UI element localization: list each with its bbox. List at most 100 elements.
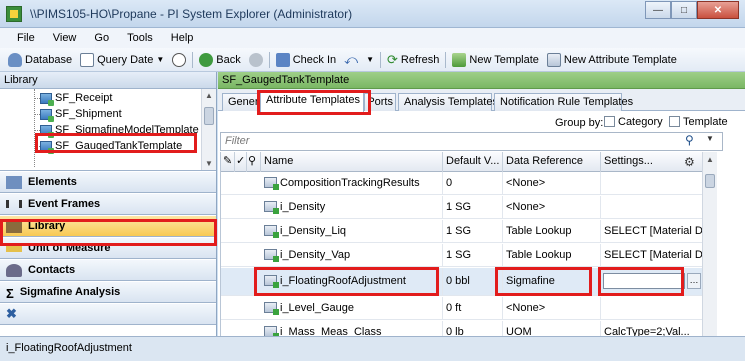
- forward-button[interactable]: [245, 49, 267, 71]
- tree-item-sf-gaugedtanktemplate[interactable]: SF_GaugedTankTemplate: [40, 139, 182, 154]
- nav-event-frames[interactable]: Event Frames: [0, 193, 216, 215]
- grid-header: ✎ ✓ ⚲ Name Default V... Data Reference S…: [221, 152, 702, 172]
- clock-icon: [172, 52, 187, 67]
- undo-dropdown[interactable]: ▼: [362, 49, 378, 71]
- attribute-grid: ✎ ✓ ⚲ Name Default V... Data Reference S…: [220, 152, 702, 336]
- cell-default-value: 0: [443, 172, 503, 195]
- cell-name: i_Density_Vap: [261, 244, 443, 267]
- chevron-down-icon[interactable]: ▼: [205, 159, 213, 168]
- back-button[interactable]: Back: [195, 49, 244, 71]
- cell-name: i_Density_Liq: [261, 220, 443, 243]
- element-template-icon: [40, 92, 54, 106]
- cell-default-value: 0 bbl: [443, 268, 503, 296]
- toolbar: Database Query Date ▼ Back Check In ⤺ ▼ …: [0, 48, 745, 72]
- tree-scrollbar[interactable]: ▲ ▼: [201, 89, 216, 170]
- cell-name: i_Mass_Meas_Class: [261, 321, 443, 336]
- column-header-data-reference[interactable]: Data Reference: [503, 152, 601, 172]
- nav-contacts[interactable]: Contacts: [0, 259, 216, 281]
- tab-analysis-templates[interactable]: Analysis Templates: [398, 93, 498, 111]
- library-header: Library: [0, 72, 216, 89]
- template-checkbox[interactable]: Template: [665, 116, 728, 128]
- edit-column-icon: ✎: [221, 152, 235, 172]
- menu-file[interactable]: File: [8, 32, 44, 44]
- nav-library[interactable]: Library: [0, 215, 216, 237]
- tab-attribute-templates[interactable]: Attribute Templates: [260, 91, 364, 112]
- calendar-icon: [80, 52, 95, 67]
- new-template-icon: [452, 52, 467, 67]
- new-attribute-template-button[interactable]: New Attribute Template: [543, 49, 681, 71]
- table-row[interactable]: i_Density_Vap 1 SG Table Lookup SELECT […: [221, 244, 702, 267]
- tree-item-sf-shipment[interactable]: SF_Shipment: [40, 107, 122, 122]
- elements-icon: [6, 175, 22, 189]
- cell-data-reference: <None>: [503, 196, 601, 219]
- minimize-button[interactable]: —: [645, 1, 671, 19]
- event-frames-icon: [6, 200, 22, 208]
- chevron-up-icon[interactable]: ▲: [205, 91, 213, 100]
- filter-input[interactable]: Filter: [220, 132, 723, 151]
- menu-view[interactable]: View: [44, 32, 86, 44]
- search-icon[interactable]: ⚲: [685, 133, 694, 147]
- back-arrow-icon: [199, 52, 214, 67]
- toolbar-separator: [268, 51, 270, 68]
- nav-configure[interactable]: ✖: [0, 303, 216, 325]
- cell-default-value: 0 lb: [443, 321, 503, 336]
- column-chooser-icon[interactable]: ⚙: [684, 155, 695, 169]
- forward-arrow-icon: [248, 52, 263, 67]
- nav-unit-of-measure[interactable]: Unit of Measure: [0, 237, 216, 259]
- chevron-down-icon[interactable]: ▼: [706, 134, 714, 143]
- settings-edit-field[interactable]: [603, 273, 685, 289]
- cell-data-reference: UOM: [503, 321, 601, 336]
- query-date-button[interactable]: Query Date ▼: [76, 49, 168, 71]
- tab-ports[interactable]: Ports: [364, 93, 396, 111]
- grid-scrollbar[interactable]: ▲: [702, 152, 717, 336]
- chevron-down-icon: ▼: [156, 55, 165, 64]
- chevron-up-icon[interactable]: ▲: [706, 155, 714, 164]
- table-row[interactable]: CompositionTrackingResults 0 <None>: [221, 172, 702, 195]
- cell-data-reference: Table Lookup: [503, 220, 601, 243]
- maximize-button[interactable]: □: [671, 1, 697, 19]
- tree-item-sf-sigmafinemodeltemplate[interactable]: SF_SigmafineModelTemplate: [40, 123, 199, 138]
- table-row[interactable]: i_Density 1 SG <None>: [221, 196, 702, 219]
- attribute-icon: [264, 177, 279, 190]
- window-title: \\PIMS105-HO\Propane - PI System Explore…: [30, 7, 353, 21]
- scrollbar-thumb[interactable]: [705, 174, 715, 188]
- attribute-icon: [264, 302, 279, 315]
- close-button[interactable]: ✕: [697, 1, 739, 19]
- nav-sigmafine-analysis[interactable]: Σ Sigmafine Analysis: [0, 281, 216, 303]
- table-row[interactable]: i_Mass_Meas_Class 0 lb UOM CalcType=2;Va…: [221, 321, 702, 336]
- refresh-button[interactable]: ⟳ Refresh: [383, 49, 443, 71]
- clock-button[interactable]: [168, 49, 190, 71]
- column-header-default-value[interactable]: Default V...: [443, 152, 503, 172]
- title-bar: \\PIMS105-HO\Propane - PI System Explore…: [0, 0, 745, 28]
- nav-elements[interactable]: Elements: [0, 171, 216, 193]
- table-row[interactable]: i_Level_Gauge 0 ft <None>: [221, 297, 702, 320]
- undo-button[interactable]: ⤺: [340, 49, 362, 71]
- new-template-button[interactable]: New Template: [448, 49, 543, 71]
- cell-name: i_FloatingRoofAdjustment: [261, 268, 443, 296]
- database-icon: [8, 52, 22, 67]
- template-header: SF_GaugedTankTemplate: [218, 72, 745, 89]
- cell-data-reference: Table Lookup: [503, 244, 601, 267]
- database-button[interactable]: Database: [4, 49, 76, 71]
- category-checkbox[interactable]: Category: [600, 116, 663, 128]
- attribute-icon: [264, 249, 279, 262]
- tab-notification-rule-templates[interactable]: Notification Rule Templates: [494, 93, 633, 111]
- cell-default-value: 1 SG: [443, 196, 503, 219]
- menu-tools[interactable]: Tools: [118, 32, 162, 44]
- toolbar-separator: [379, 51, 381, 68]
- check-in-button[interactable]: Check In: [272, 49, 340, 71]
- tree-item-sf-receipt[interactable]: SF_Receipt: [40, 91, 112, 106]
- window-controls: — □ ✕: [645, 1, 739, 19]
- table-row[interactable]: i_Density_Liq 1 SG Table Lookup SELECT […: [221, 220, 702, 243]
- tab-general[interactable]: General: [222, 93, 267, 111]
- group-by-bar: Group by: Category Template: [218, 115, 745, 132]
- menu-go[interactable]: Go: [85, 32, 118, 44]
- pin-column-icon: ✓: [235, 152, 247, 172]
- scrollbar-thumb[interactable]: [204, 107, 214, 125]
- menu-help[interactable]: Help: [162, 32, 203, 44]
- settings-ellipsis-button[interactable]: …: [687, 273, 701, 289]
- column-header-name[interactable]: Name: [261, 152, 443, 172]
- cell-data-reference: <None>: [503, 172, 601, 195]
- tools-icon[interactable]: ✖: [6, 306, 17, 322]
- table-row-selected[interactable]: i_FloatingRoofAdjustment 0 bbl Sigmafine…: [221, 268, 702, 296]
